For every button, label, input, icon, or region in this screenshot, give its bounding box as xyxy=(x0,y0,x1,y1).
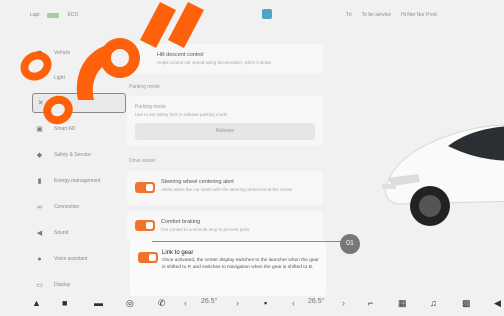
link-icon: ∞ xyxy=(37,203,42,211)
sidebar-item-display[interactable]: ▭ Display xyxy=(32,276,124,294)
steering-alert-card: Steering wheel centering alert Alerts wh… xyxy=(127,171,323,205)
temp-right-up-icon[interactable]: › xyxy=(342,298,345,308)
card-desc: Helps control car speed using decelerati… xyxy=(157,60,272,65)
sidebar-item-label: Vehicle xyxy=(54,50,71,56)
light-icon: ◐ xyxy=(37,74,42,82)
temp-right: 26.5° xyxy=(308,298,325,305)
link-to-gear-toggle[interactable] xyxy=(138,252,158,263)
status-bar: Lapi ECO Tri To be service Hi Ner Nor Pr… xyxy=(0,0,504,30)
display-icon: ▭ xyxy=(36,281,43,289)
sidebar-item-sound[interactable]: ◀ Sound xyxy=(32,224,124,242)
car-home-icon[interactable]: ▲ xyxy=(32,298,41,308)
parking-desc: Use to set safety lock to release parkin… xyxy=(135,112,228,117)
steering-alert-toggle[interactable] xyxy=(135,182,155,193)
toggle-knob xyxy=(146,222,153,229)
mic-icon: ● xyxy=(37,255,42,263)
release-button[interactable]: Release xyxy=(135,123,315,140)
temp-left-down-icon[interactable]: ‹ xyxy=(184,298,187,308)
climate-icon[interactable]: ◎ xyxy=(126,298,134,308)
parking-card: Parking mode Use to set safety lock to r… xyxy=(127,96,323,146)
callout-line xyxy=(152,241,342,242)
ad-icon: ▣ xyxy=(36,125,43,133)
sidebar-item-label: Sound xyxy=(54,230,69,236)
energy-icon: ▮ xyxy=(37,177,42,185)
steering-icon: ✕ xyxy=(37,99,44,107)
temp-right-down-icon[interactable]: ‹ xyxy=(292,298,295,308)
fan-icon[interactable]: ▪ xyxy=(264,298,267,308)
toggle-knob xyxy=(149,254,156,261)
status-text-tri: Tri xyxy=(346,12,352,18)
sound-icon: ◀ xyxy=(36,229,43,237)
battery-icon xyxy=(47,12,60,18)
status-text-lapi: Lapi xyxy=(30,12,40,18)
sidebar-item-driving[interactable]: ✕ Driving xyxy=(32,93,126,113)
card-desc: Car comes to a smooth stop to prevent je… xyxy=(161,227,250,232)
status-text-user: Hi Ner Nor Prod xyxy=(401,12,437,18)
status-text-service: To be service xyxy=(361,12,392,18)
toggle-knob xyxy=(146,184,153,191)
car-icon: ◼ xyxy=(36,49,43,57)
hill-descent-card: Hill descent control Helps control car s… xyxy=(127,44,323,74)
comfort-braking-toggle[interactable] xyxy=(135,220,155,231)
status-right: Tri To be service Hi Ner Nor Prod xyxy=(346,12,437,18)
grid-icon[interactable]: ▦ xyxy=(398,298,407,308)
sidebar-item-voice[interactable]: ● Voice assistant xyxy=(32,250,124,268)
link-to-gear-desc: Once activated, the center display switc… xyxy=(162,258,319,270)
sidebar-item-safety[interactable]: ◆ Safety & Service xyxy=(32,146,124,164)
sidebar-item-energy[interactable]: ▮ Energy management xyxy=(32,172,124,190)
callout-badge: 01 xyxy=(340,234,360,254)
sidebar-item-label: Driving xyxy=(55,100,71,106)
car-image xyxy=(382,124,504,226)
shield-icon: ◆ xyxy=(36,151,43,159)
status-left: Lapi ECO xyxy=(30,12,78,18)
seat-icon[interactable]: ▬ xyxy=(94,298,103,308)
settings-sidebar: ◼ Vehicle ◐ Light ✕ Driving ▣ Smart AD ◆… xyxy=(18,36,126,298)
phone-icon[interactable]: ✆ xyxy=(158,298,166,308)
car-control-icon[interactable]: ■ xyxy=(62,298,67,308)
sidebar-item-label: Smart AD xyxy=(54,126,76,132)
section-parking: Parking mode xyxy=(129,84,160,90)
sidebar-item-light[interactable]: ◐ Light xyxy=(32,69,124,87)
apps-icon[interactable]: ▩ xyxy=(462,298,471,308)
status-text-eco: ECO xyxy=(67,12,79,18)
sidebar-item-label: Safety & Service xyxy=(54,152,91,158)
parking-title: Parking mode xyxy=(135,104,166,110)
card-title: Steering wheel centering alert xyxy=(161,179,234,185)
sidebar-item-label: Light xyxy=(54,75,65,81)
music-icon[interactable]: ♫ xyxy=(430,298,437,308)
link-to-gear-card: Link to gear Once activated, the center … xyxy=(130,240,326,296)
temp-left: 26.5° xyxy=(201,298,218,305)
sidebar-item-label: Energy management xyxy=(54,178,101,184)
sidebar-item-connection[interactable]: ∞ Connection xyxy=(32,198,124,216)
card-desc: Alerts when the car starts with the stee… xyxy=(161,187,293,192)
settings-screen: Lapi ECO Tri To be service Hi Ner Nor Pr… xyxy=(0,0,504,316)
sidebar-item-vehicle[interactable]: ◼ Vehicle xyxy=(32,44,124,62)
wiper-icon[interactable]: ⌐ xyxy=(368,298,373,308)
sidebar-item-smart-ad[interactable]: ▣ Smart AD xyxy=(32,120,124,138)
comfort-braking-card: Comfort braking Car comes to a smooth st… xyxy=(127,211,323,241)
card-title: Hill descent control xyxy=(157,52,204,58)
section-drive-assist: Drive assist xyxy=(129,158,155,164)
card-title: Comfort braking xyxy=(161,219,201,225)
temp-left-up-icon[interactable]: › xyxy=(236,298,239,308)
volume-icon[interactable]: ◀ xyxy=(494,298,501,308)
sidebar-item-label: Display xyxy=(54,282,71,288)
sidebar-item-label: Voice assistant xyxy=(54,256,88,262)
app-icon xyxy=(262,9,272,19)
sidebar-item-label: Connection xyxy=(54,204,80,210)
link-to-gear-title: Link to gear xyxy=(162,250,194,256)
